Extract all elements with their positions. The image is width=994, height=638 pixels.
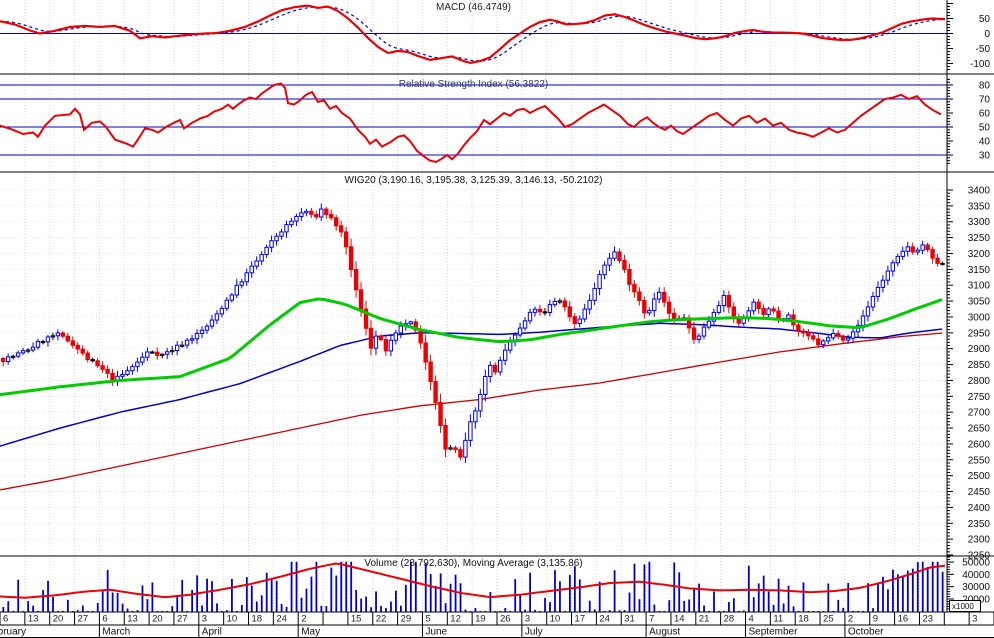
svg-text:3250: 3250	[968, 233, 991, 244]
svg-text:7: 7	[649, 614, 654, 625]
svg-text:27: 27	[177, 614, 188, 625]
svg-text:February: February	[0, 627, 26, 638]
svg-text:2550: 2550	[968, 455, 991, 466]
svg-text:August: August	[649, 627, 680, 638]
svg-text:2850: 2850	[968, 360, 991, 371]
svg-text:20: 20	[53, 614, 64, 625]
svg-text:3350: 3350	[968, 201, 991, 212]
svg-text:March: March	[102, 627, 130, 638]
svg-text:26: 26	[500, 614, 511, 625]
svg-text:3400: 3400	[968, 186, 991, 197]
svg-text:16: 16	[898, 614, 909, 625]
svg-text:April: April	[202, 627, 222, 638]
svg-text:6: 6	[3, 614, 8, 625]
svg-text:2600: 2600	[968, 439, 991, 450]
svg-text:23: 23	[922, 614, 933, 625]
svg-text:70: 70	[979, 95, 991, 106]
svg-text:2300: 2300	[968, 535, 991, 546]
svg-text:0: 0	[984, 29, 990, 40]
svg-text:29: 29	[401, 614, 412, 625]
svg-text:17: 17	[575, 614, 586, 625]
svg-text:19: 19	[475, 614, 486, 625]
svg-text:3: 3	[525, 614, 530, 625]
svg-text:2700: 2700	[968, 408, 991, 419]
svg-text:50000: 50000	[962, 558, 990, 569]
svg-text:3200: 3200	[968, 249, 991, 260]
svg-text:September: September	[749, 627, 799, 638]
svg-text:21: 21	[699, 614, 710, 625]
svg-text:14: 14	[674, 614, 685, 625]
svg-text:2450: 2450	[968, 487, 991, 498]
svg-text:24: 24	[276, 614, 287, 625]
svg-text:May: May	[301, 627, 320, 638]
svg-text:3100: 3100	[968, 281, 991, 292]
svg-text:60: 60	[979, 109, 991, 120]
svg-text:24: 24	[599, 614, 610, 625]
svg-text:-100: -100	[970, 59, 990, 70]
svg-text:2: 2	[301, 614, 306, 625]
svg-text:15: 15	[351, 614, 362, 625]
svg-text:2800: 2800	[968, 376, 991, 387]
svg-text:12: 12	[450, 614, 461, 625]
svg-text:x1000: x1000	[952, 602, 974, 611]
svg-text:June: June	[425, 627, 447, 638]
svg-text:20: 20	[152, 614, 163, 625]
svg-text:13: 13	[127, 614, 138, 625]
svg-text:10: 10	[550, 614, 561, 625]
svg-text:30000: 30000	[962, 582, 990, 593]
chart-window: 50 0 -50 -100 80 70 60 50 40 30 3400 3350 3300 3250 32…	[0, 0, 994, 638]
svg-text:9: 9	[873, 614, 878, 625]
svg-text:80: 80	[979, 81, 991, 92]
svg-text:40000: 40000	[962, 570, 990, 581]
svg-text:31: 31	[624, 614, 635, 625]
svg-text:2500: 2500	[968, 471, 991, 482]
svg-text:3050: 3050	[968, 297, 991, 308]
chart-canvas[interactable]: 500-50-100807060504030340033503300325032…	[0, 0, 994, 638]
svg-text:3: 3	[972, 614, 977, 625]
svg-text:2650: 2650	[968, 424, 991, 435]
volume-unit-box: x1000	[949, 600, 981, 612]
svg-text:10: 10	[227, 614, 238, 625]
svg-text:2950: 2950	[968, 328, 991, 339]
svg-text:3: 3	[202, 614, 207, 625]
svg-text:4: 4	[749, 614, 754, 625]
svg-text:3300: 3300	[968, 217, 991, 228]
svg-text:50: 50	[979, 14, 991, 25]
svg-text:5: 5	[425, 614, 430, 625]
svg-text:22: 22	[376, 614, 387, 625]
svg-text:27: 27	[78, 614, 89, 625]
svg-text:3000: 3000	[968, 312, 991, 323]
svg-text:30: 30	[979, 151, 991, 162]
svg-text:2750: 2750	[968, 392, 991, 403]
svg-text:6: 6	[102, 614, 107, 625]
svg-text:40: 40	[979, 137, 991, 148]
svg-text:18: 18	[798, 614, 809, 625]
svg-text:2: 2	[848, 614, 853, 625]
svg-text:October: October	[848, 627, 884, 638]
svg-text:11: 11	[773, 614, 783, 625]
svg-text:18: 18	[252, 614, 263, 625]
svg-text:13: 13	[28, 614, 39, 625]
svg-text:-50: -50	[976, 44, 991, 55]
svg-text:50: 50	[979, 123, 991, 134]
svg-text:July: July	[525, 627, 543, 638]
svg-text:2350: 2350	[968, 519, 991, 530]
svg-text:2400: 2400	[968, 503, 991, 514]
svg-text:3150: 3150	[968, 265, 991, 276]
svg-text:2900: 2900	[968, 344, 991, 355]
svg-text:28: 28	[724, 614, 735, 625]
svg-text:25: 25	[823, 614, 834, 625]
